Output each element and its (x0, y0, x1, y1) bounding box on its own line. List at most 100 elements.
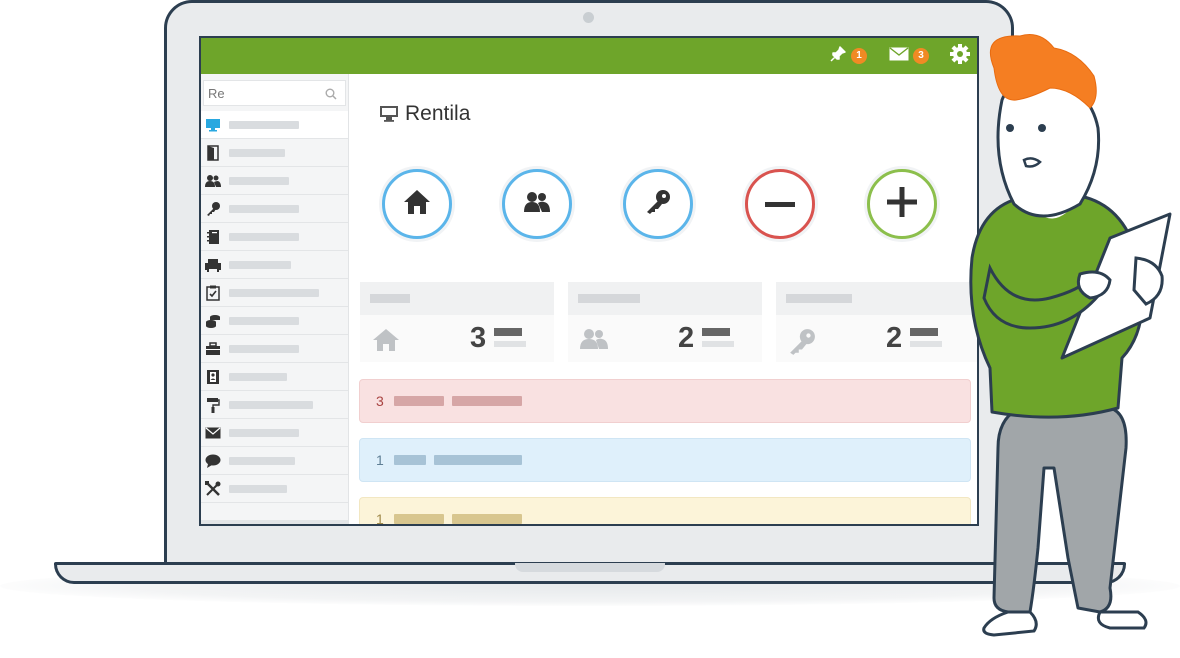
mail-icon (889, 46, 909, 66)
app-title: Rentila (405, 102, 471, 125)
minus-icon (765, 195, 795, 213)
door-icon (205, 144, 221, 161)
app-screen: 1 3 Re Rentila 3 2 2 3 1 1 (199, 36, 979, 526)
card-label-placeholder (702, 328, 730, 336)
alert-text-placeholder (452, 396, 522, 406)
envelope-icon (205, 425, 221, 441)
pin-count-badge: 1 (851, 48, 867, 64)
search-input[interactable] (208, 85, 318, 101)
quick-action-properties-button[interactable] (382, 169, 452, 239)
mail-count-badge: 3 (913, 48, 929, 64)
sidebar-item-inspections[interactable] (201, 279, 348, 307)
alert-text-placeholder (394, 396, 444, 406)
top-bar: 1 3 (201, 38, 977, 74)
sidebar-item-messages[interactable] (201, 419, 348, 447)
summary-card-tenants[interactable]: 2 (568, 282, 762, 362)
card-sublabel-placeholder (910, 341, 942, 347)
sidebar-item-label-placeholder (229, 372, 287, 381)
card-header (360, 282, 554, 315)
users-icon (205, 173, 221, 189)
laptop-camera (583, 12, 594, 23)
sidebar-footer (201, 520, 348, 524)
summary-card-leases[interactable]: 2 (776, 282, 977, 362)
card-label-placeholder (910, 328, 938, 336)
sidebar-item-dashboard[interactable] (201, 111, 348, 139)
card-header (568, 282, 762, 315)
main-content: Rentila 3 2 2 3 1 1 (349, 74, 977, 526)
sidebar-menu (201, 111, 348, 503)
users-icon (580, 328, 608, 355)
sidebar-item-label-placeholder (229, 428, 299, 437)
monitor-icon (205, 117, 221, 133)
plus-icon (887, 186, 917, 222)
quick-action-leases-button[interactable] (623, 169, 693, 239)
key-icon (645, 189, 671, 220)
pin-icon (829, 45, 847, 68)
card-label-placeholder (494, 328, 522, 336)
sidebar-item-label-placeholder (229, 232, 299, 241)
alert-text-placeholder (394, 514, 444, 524)
contacts-book-icon (205, 369, 221, 385)
card-sublabel-placeholder (494, 341, 526, 347)
sidebar-item-contacts[interactable] (201, 363, 348, 391)
alert-warning[interactable]: 1 (359, 497, 971, 526)
alert-danger[interactable]: 3 (359, 379, 971, 423)
sidebar-item-leases[interactable] (201, 195, 348, 223)
sidebar-item-label-placeholder (229, 260, 291, 269)
search-icon[interactable] (325, 87, 337, 105)
card-sublabel-placeholder (702, 341, 734, 347)
key-icon (788, 328, 816, 361)
alert-text-placeholder (434, 455, 522, 465)
notebook-icon (205, 229, 221, 245)
notification-mail[interactable]: 3 (889, 38, 929, 74)
users-icon (524, 191, 550, 218)
summary-card-properties[interactable]: 3 (360, 282, 554, 362)
key-icon (205, 201, 221, 217)
alert-count: 1 (376, 452, 384, 468)
sidebar-item-finance[interactable] (201, 307, 348, 335)
monitor-icon (379, 105, 399, 123)
alert-text-placeholder (452, 514, 522, 524)
sidebar-item-properties[interactable] (201, 139, 348, 167)
sidebar-item-label-placeholder (229, 316, 299, 325)
armchair-icon (205, 257, 221, 273)
laptop-notch (515, 563, 665, 572)
sidebar-item-label-placeholder (229, 148, 285, 157)
sidebar-item-forum[interactable] (201, 447, 348, 475)
home-icon (372, 328, 400, 357)
sidebar-item-tools[interactable] (201, 475, 348, 503)
sidebar-item-label-placeholder (229, 484, 287, 493)
sidebar-item-label-placeholder (229, 176, 289, 185)
card-header (776, 282, 977, 315)
sidebar-item-tenants[interactable] (201, 167, 348, 195)
sidebar (201, 74, 349, 524)
quick-action-expense-button[interactable] (745, 169, 815, 239)
sidebar-item-inventory[interactable] (201, 251, 348, 279)
sidebar-item-label-placeholder (229, 288, 319, 297)
sidebar-item-label-placeholder (229, 344, 299, 353)
quick-action-income-button[interactable] (867, 169, 937, 239)
page-title: Rentila (379, 102, 470, 126)
sidebar-item-label-placeholder (229, 456, 295, 465)
alert-info[interactable]: 1 (359, 438, 971, 482)
notification-pins[interactable]: 1 (829, 38, 867, 74)
cartoon-character-illustration (969, 34, 1172, 637)
card-value: 2 (678, 322, 695, 354)
search-box (203, 80, 346, 106)
clipboard-check-icon (205, 285, 221, 301)
home-icon (403, 189, 431, 220)
tools-icon (205, 480, 221, 497)
sidebar-item-label-placeholder (229, 204, 299, 213)
sidebar-item-label-placeholder (229, 400, 313, 409)
sidebar-item-works[interactable] (201, 391, 348, 419)
quick-action-tenants-button[interactable] (502, 169, 572, 239)
sidebar-item-label-placeholder (229, 120, 299, 129)
sidebar-item-accounting[interactable] (201, 223, 348, 251)
alert-count: 1 (376, 511, 384, 526)
briefcase-icon (205, 341, 221, 357)
alert-text-placeholder (394, 455, 426, 465)
sidebar-item-services[interactable] (201, 335, 348, 363)
card-value: 2 (886, 322, 903, 354)
chat-icon (205, 453, 221, 469)
coins-icon (205, 313, 221, 329)
